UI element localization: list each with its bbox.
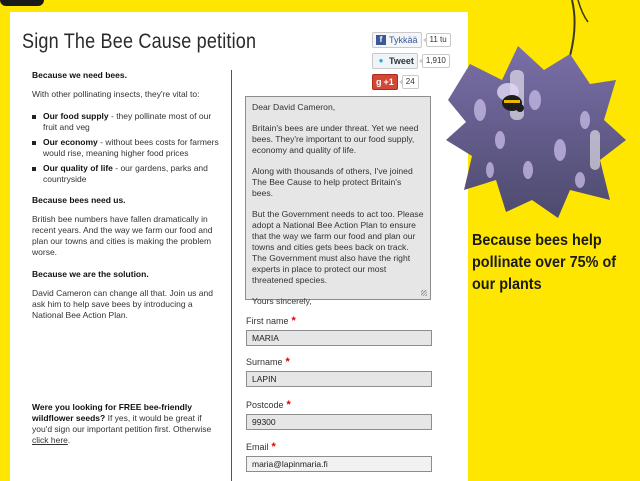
- letter-greeting: Dear David Cameron,: [252, 102, 336, 112]
- reason-paragraph-decline: British bee numbers have fallen dramatic…: [32, 214, 213, 257]
- google-plus-button[interactable]: g +1: [372, 73, 398, 90]
- letter-paragraph-3: But the Government needs to act too. Ple…: [252, 209, 424, 285]
- google-plus-count: 24: [398, 74, 419, 89]
- top-decoration: [0, 0, 44, 6]
- google-plus-label: +1: [383, 76, 394, 87]
- required-marker: *: [291, 315, 296, 327]
- google-plus-icon: g: [376, 76, 382, 87]
- reasons-list: Our food supply - they pollinate most of…: [32, 111, 222, 185]
- surname-label: Surname: [246, 357, 283, 367]
- click-here-link[interactable]: click here: [32, 435, 68, 445]
- reason-paragraph-solution: David Cameron can change all that. Join …: [32, 288, 213, 320]
- reason-intro: With other pollinating insects, they're …: [32, 89, 200, 99]
- letter-paragraph-1: Britain's bees are under threat. Yet we …: [252, 123, 419, 155]
- free-seeds-note: Were you looking for FREE bee-friendly w…: [32, 402, 212, 445]
- postcode-label: Postcode: [246, 400, 284, 410]
- resize-grip-icon[interactable]: [421, 290, 427, 296]
- surname-field: Surname *: [246, 356, 432, 387]
- page-title: Sign The Bee Cause petition: [22, 30, 257, 53]
- facebook-like-button[interactable]: f Tykkää: [372, 31, 422, 48]
- tweet-label: Tweet: [389, 55, 414, 66]
- facebook-icon: f: [376, 34, 386, 45]
- required-marker: *: [271, 441, 276, 453]
- bees-pollinate-banner: Because bees help pollinate over 75% of …: [472, 232, 617, 293]
- reason-heading-solution: Because we are the solution.: [32, 269, 149, 279]
- first-name-input[interactable]: [246, 330, 432, 346]
- postcode-field: Postcode *: [246, 399, 432, 430]
- list-item: Our economy - without bees costs for far…: [32, 137, 222, 159]
- column-divider: [231, 70, 232, 481]
- postcode-input[interactable]: [246, 414, 432, 430]
- list-item: Our quality of life - our gardens, parks…: [32, 163, 222, 185]
- twitter-bird-icon: ●: [378, 55, 384, 65]
- list-item: Our food supply - they pollinate most of…: [32, 111, 222, 133]
- email-input[interactable]: [246, 456, 432, 472]
- letter-paragraph-2: Along with thousands of others, I've joi…: [252, 166, 413, 198]
- petition-letter-textarea[interactable]: Dear David Cameron, Britain's bees are u…: [245, 96, 431, 306]
- email-field: Email *: [246, 441, 432, 472]
- surname-input[interactable]: [246, 371, 432, 387]
- email-label: Email: [246, 442, 269, 452]
- first-name-label: First name: [246, 316, 289, 326]
- letter-closing: Yours sincerely,: [252, 296, 312, 306]
- required-marker: *: [286, 399, 291, 411]
- first-name-field: First name *: [246, 315, 432, 346]
- reasons-column: Because we need bees. With other pollina…: [32, 70, 222, 332]
- required-marker: *: [285, 356, 290, 368]
- reason-heading-bees-need-us: Because bees need us.: [32, 195, 126, 205]
- reason-heading-need-bees: Because we need bees.: [32, 70, 127, 80]
- bee-flower-image: [446, 46, 626, 218]
- tweet-button[interactable]: ● Tweet: [372, 52, 418, 69]
- facebook-like-label: Tykkää: [389, 34, 418, 45]
